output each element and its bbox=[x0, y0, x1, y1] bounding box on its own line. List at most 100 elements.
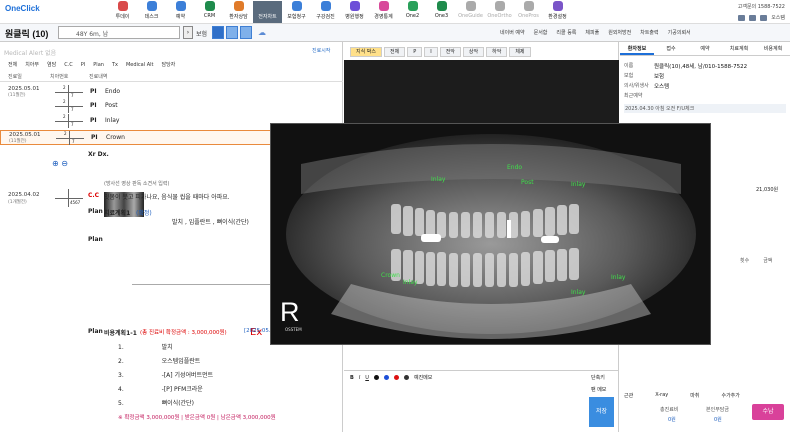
right-tab-0[interactable]: 환자정보 bbox=[620, 45, 654, 55]
top-menu-0[interactable]: 네이버 예약 bbox=[500, 29, 525, 36]
top-bar: OneClick 투데이 데스크 예약 CRM 환자상담 전자차트 보험청구 구강검진 병원행정… bbox=[0, 0, 790, 24]
toolbar-item-7[interactable]: 구강검진 bbox=[311, 1, 340, 23]
toolbar-item-15[interactable]: 환경설정 bbox=[543, 1, 572, 23]
prediag-memo-label[interactable]: 예진메모 bbox=[414, 374, 432, 381]
cost-plan-total: ※ 확정금액 3,000,000원 | 받은금액 0원 | 남은금액 3,000… bbox=[118, 415, 276, 421]
italic-button[interactable]: I bbox=[359, 375, 360, 381]
xray-tool-1[interactable]: 전체 bbox=[384, 47, 406, 57]
panoramic-xray bbox=[271, 124, 710, 344]
toolbar-item-1[interactable]: 데스크 bbox=[137, 1, 166, 23]
ins-label: 보험 bbox=[624, 73, 634, 79]
insurance-label: 보험 bbox=[196, 31, 208, 38]
top-menu-2[interactable]: 리콜 등록 bbox=[556, 29, 576, 36]
right-tab-3[interactable]: 치료계획 bbox=[722, 45, 756, 55]
memo-editor: B I U 예진메모 단축키 팬 메모 저장 bbox=[344, 370, 619, 432]
user-name[interactable]: 오스템 bbox=[771, 14, 785, 21]
right-tab-1[interactable]: 접수 bbox=[654, 45, 688, 55]
main-toolbar: 투데이 데스크 예약 CRM 환자상담 전자차트 보험청구 구강검진 병원행정 경영통계 One2 O… bbox=[108, 1, 572, 23]
xray-tool-6[interactable]: 하악 bbox=[486, 47, 508, 57]
fee1-label: 총진료비 bbox=[660, 407, 679, 413]
col-date: 진료일 bbox=[8, 73, 22, 80]
toolbar-item-2[interactable]: 예약 bbox=[166, 1, 195, 23]
right-tab-2[interactable]: 예약 bbox=[688, 45, 722, 55]
add-fee-button[interactable]: 수가추가 bbox=[721, 392, 739, 399]
chart-tab-0[interactable]: 전체 bbox=[8, 61, 17, 68]
chart-tab-8[interactable]: 담당자 bbox=[161, 61, 175, 68]
user-icon[interactable] bbox=[760, 14, 768, 21]
chart-tab-3[interactable]: C.C bbox=[64, 62, 73, 68]
toolbar-item-12[interactable]: OneGuide bbox=[456, 1, 485, 23]
row2-tooth-chart: 4567 bbox=[55, 189, 83, 207]
root-canal-button[interactable]: 근관 bbox=[624, 392, 633, 399]
cost-item: 3. -[A] 기성어버트먼트 bbox=[118, 372, 214, 379]
color-black[interactable] bbox=[373, 375, 379, 380]
name-label: 이름 bbox=[624, 63, 634, 69]
col-tooth: 치아번호 bbox=[50, 73, 69, 80]
xray-tool-7[interactable]: 체제 bbox=[509, 47, 531, 57]
underline-button[interactable]: U bbox=[365, 375, 369, 381]
chart-tab-7[interactable]: Medical Alt bbox=[126, 62, 154, 68]
top-menu-3[interactable]: 체피풀 bbox=[585, 29, 599, 36]
toolbar-item-4[interactable]: 환자상담 bbox=[224, 1, 253, 23]
xray-tool-0[interactable]: 지식 박스 bbox=[350, 47, 382, 57]
chart-row[interactable]: 2025.05.01 (11월전) 2 7 PI Endo bbox=[0, 85, 343, 100]
tooth-chart: 27 bbox=[55, 85, 83, 99]
chart-tab-6[interactable]: Tx bbox=[112, 62, 118, 68]
toolbar-item-3[interactable]: CRM bbox=[195, 1, 224, 23]
mode-button-1[interactable] bbox=[212, 26, 224, 39]
toolbar-item-0[interactable]: 투데이 bbox=[108, 1, 137, 23]
mode-button-3[interactable] bbox=[240, 26, 252, 39]
xray-label: Inlay bbox=[403, 279, 418, 286]
chart-row[interactable]: 2 7 PI Post bbox=[0, 99, 343, 114]
chart-tab-2[interactable]: 염담 bbox=[47, 61, 56, 68]
print-icon[interactable] bbox=[738, 14, 746, 21]
top-menu-1[interactable]: 문서함 bbox=[534, 29, 548, 36]
xray-tool-5[interactable]: 상악 bbox=[462, 47, 485, 57]
chart-tab-1[interactable]: 치아부 bbox=[25, 61, 39, 68]
toolbar-item-13[interactable]: OneOrtho bbox=[485, 1, 514, 23]
bold-button[interactable]: B bbox=[350, 375, 354, 381]
top-menu-4[interactable]: 원외처방전 bbox=[608, 29, 631, 36]
top-right-area: 고객문의 1588-7522 오스템 bbox=[738, 3, 785, 21]
mode-button-2[interactable] bbox=[226, 26, 238, 39]
xray-tool-4[interactable]: 전악 bbox=[439, 47, 461, 57]
patient-nav-button[interactable]: › bbox=[183, 26, 193, 39]
toolbar-item-9[interactable]: 경영통계 bbox=[369, 1, 398, 23]
toolbar-item-10[interactable]: One2 bbox=[398, 1, 427, 23]
zoom-icons[interactable]: ⊕ ⊖ bbox=[52, 159, 68, 168]
medical-alert[interactable]: Medical Alert 없음 bbox=[4, 48, 56, 57]
toolbar-icon bbox=[262, 1, 273, 11]
xray-brand: OSSTEM bbox=[285, 327, 302, 332]
toolbar-item-5[interactable]: 전자차트 bbox=[253, 1, 282, 23]
doctor-label: 의사/위생사 bbox=[624, 83, 649, 89]
toolbar-item-6[interactable]: 보험청구 bbox=[282, 1, 311, 23]
xray-popup[interactable]: Endo Inlay Post Inlay Crown Inlay Inlay Inlay R… bbox=[270, 123, 711, 345]
patient-name[interactable]: 원클릭 (10) bbox=[5, 27, 48, 40]
settings-icon[interactable] bbox=[749, 14, 757, 21]
cost-item: 5. 뼈이식(간단) bbox=[118, 400, 194, 407]
plan-title: 치료계획1 bbox=[104, 210, 131, 217]
color-dark[interactable] bbox=[403, 375, 409, 380]
xray-button[interactable]: X-ray bbox=[655, 392, 668, 399]
chart-tab-5[interactable]: Plan bbox=[93, 62, 104, 68]
toolbar-item-14[interactable]: OnePros bbox=[514, 1, 543, 23]
top-menu-6[interactable]: 기공의뢰서 bbox=[668, 29, 691, 36]
toolbar-item-11[interactable]: One3 bbox=[427, 1, 456, 23]
color-blue[interactable] bbox=[383, 375, 389, 380]
xray-tool-3[interactable]: I bbox=[424, 47, 438, 57]
anesthesia-button[interactable]: 마취 bbox=[690, 392, 699, 399]
cloud-icon[interactable]: ☁ bbox=[258, 28, 266, 37]
toolbar-item-8[interactable]: 병원행정 bbox=[340, 1, 369, 23]
shortcut-button[interactable]: 단축키 bbox=[591, 374, 605, 381]
chart-tab-4[interactable]: PI bbox=[81, 62, 86, 68]
pen-memo-button[interactable]: 팬 메모 bbox=[591, 386, 606, 393]
save-button[interactable]: 저장 bbox=[589, 397, 614, 427]
chart-start-button[interactable]: 진료시작 bbox=[312, 47, 330, 54]
xray-caption: (방사선 영상 판독 소견서 입력) bbox=[104, 181, 170, 187]
xray-tool-2[interactable]: P bbox=[407, 47, 423, 57]
color-red[interactable] bbox=[393, 375, 399, 380]
top-menu-5[interactable]: 차트출력 bbox=[640, 29, 658, 36]
recent-label: 최근예약 bbox=[624, 93, 643, 99]
pay-button[interactable]: 수납 bbox=[752, 404, 784, 420]
right-tab-4[interactable]: 비용계획 bbox=[756, 45, 790, 55]
